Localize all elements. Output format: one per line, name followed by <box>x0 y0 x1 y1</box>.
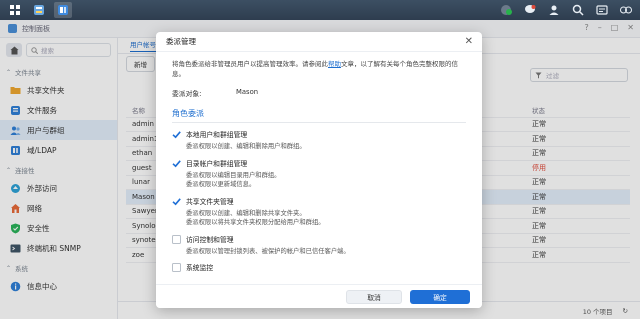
help-link[interactable]: 帮助 <box>328 60 341 68</box>
dialog-description: 将角色委派给非管理员用户以提高管理效率。请参阅此帮助文章，以了解有关每个角色完整… <box>172 59 466 79</box>
dialog-body: 将角色委派给非管理员用户以提高管理效率。请参阅此帮助文章，以了解有关每个角色完整… <box>156 52 482 279</box>
user-icon[interactable] <box>546 2 562 18</box>
permission-description: 委派权限以编辑目录用户和群组。 委派权限以更新域信息。 <box>186 171 281 189</box>
dialog-footer: 取消 确定 <box>156 284 482 308</box>
permission-description: 委派权限以创建、编辑和删除用户和群组。 <box>186 143 306 150</box>
control-panel-icon <box>58 5 68 15</box>
permission-text: 访问控制和管理 委派权限以管理封锁列表、被保护的帐户和已信任客户端。 <box>186 234 350 257</box>
ok-button[interactable]: 确定 <box>410 289 470 304</box>
delegation-target: 委派对象: Mason <box>172 88 466 98</box>
search-icon[interactable] <box>570 2 586 18</box>
desktop-taskbar <box>0 0 640 20</box>
permission-item: 共享文件夹管理委派权限以创建、编辑和删除共享文件夹。 委派权限以将共享文件夹权限… <box>172 196 466 228</box>
target-label: 委派对象: <box>172 90 202 98</box>
section-title: 角色委派 <box>172 109 204 118</box>
checkbox-unchecked[interactable] <box>172 234 181 244</box>
description-text: 将角色委派给非管理员用户以提高管理效率。请参阅此 <box>172 60 328 68</box>
permission-item: 目录帐户和群组管理委派权限以编辑目录用户和群组。 委派权限以更新域信息。 <box>172 158 466 190</box>
permission-text: 本地用户和群组管理 委派权限以创建、编辑和删除用户和群组。 <box>186 129 306 152</box>
delegation-dialog: 委派管理 ✕ 将角色委派给非管理员用户以提高管理效率。请参阅此帮助文章，以了解有… <box>156 32 482 308</box>
permission-text: 目录帐户和群组管理委派权限以编辑目录用户和群组。 委派权限以更新域信息。 <box>186 158 280 190</box>
checkbox-checked[interactable] <box>172 197 181 206</box>
package-center-icon <box>34 5 44 15</box>
permission-text: 系统监控 <box>186 262 213 272</box>
checkmark-icon <box>172 159 181 167</box>
notification-status-icon[interactable] <box>498 2 514 18</box>
cancel-button[interactable]: 取消 <box>346 289 402 304</box>
taskbar-app-package-center[interactable] <box>30 2 48 18</box>
chat-icon[interactable] <box>522 2 538 18</box>
permission-title[interactable]: 目录帐户和群组管理 <box>186 158 280 168</box>
section-divider <box>172 122 466 123</box>
taskbar-app-control-panel[interactable] <box>54 2 72 18</box>
permission-description: 委派权限以创建、编辑和删除共享文件夹。 委派权限以将共享文件夹权限分配给用户和群… <box>186 209 325 227</box>
checkbox-unchecked[interactable] <box>172 263 181 272</box>
widgets-icon[interactable] <box>594 2 610 18</box>
checkmark-icon <box>172 131 181 139</box>
permission-text: 共享文件夹管理委派权限以创建、编辑和删除共享文件夹。 委派权限以将共享文件夹权限… <box>186 196 325 228</box>
permission-list: 本地用户和群组管理 委派权限以创建、编辑和删除用户和群组。 目录帐户和群组管理 委派权… <box>172 129 466 272</box>
permission-item: 访问控制和管理 委派权限以管理封锁列表、被保护的帐户和已信任客户端。 <box>172 234 466 257</box>
permission-title[interactable]: 访问控制和管理 <box>186 234 350 244</box>
checkmark-icon <box>172 197 181 205</box>
close-icon[interactable]: ✕ <box>465 36 473 47</box>
checkbox-checked[interactable] <box>172 130 181 139</box>
main-menu-button[interactable] <box>6 2 24 18</box>
checkbox-checked[interactable] <box>172 159 181 168</box>
permission-title[interactable]: 系统监控 <box>186 262 213 272</box>
permission-item: 本地用户和群组管理 委派权限以创建、编辑和删除用户和群组。 <box>172 129 466 152</box>
grid-icon <box>10 5 20 15</box>
permission-item: 系统监控 <box>172 262 466 272</box>
target-value: Mason <box>236 88 259 96</box>
dialog-title: 委派管理 <box>156 32 482 52</box>
options-icon[interactable] <box>618 2 634 18</box>
permission-title[interactable]: 本地用户和群组管理 <box>186 129 306 139</box>
permission-description: 委派权限以管理封锁列表、被保护的帐户和已信任客户端。 <box>186 247 350 255</box>
permission-title[interactable]: 共享文件夹管理 <box>186 196 325 206</box>
